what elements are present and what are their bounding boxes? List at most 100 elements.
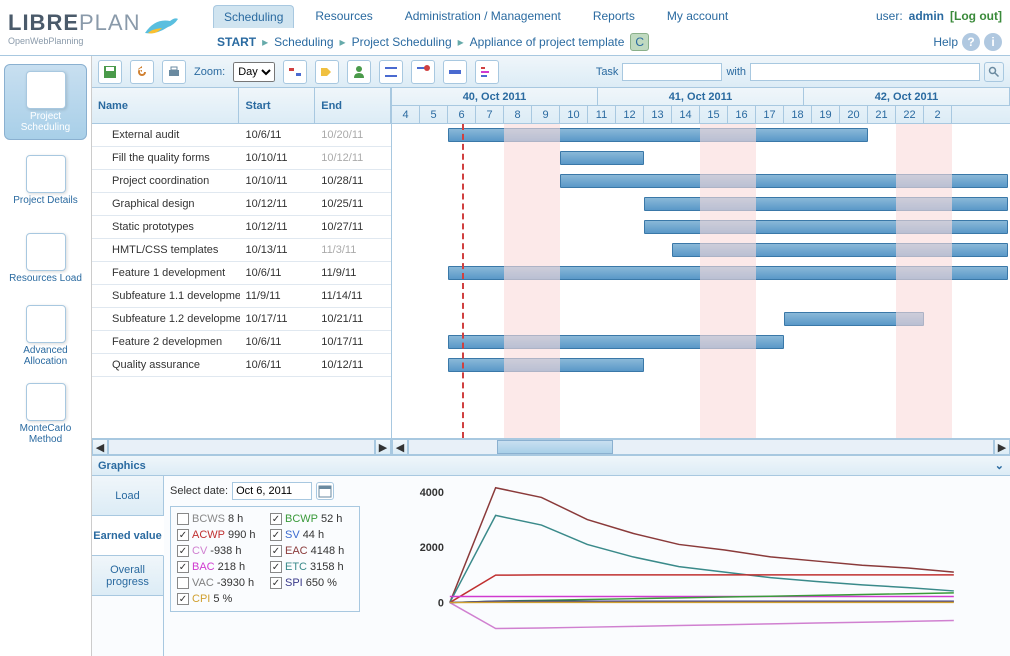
help-link[interactable]: Help: [933, 35, 958, 49]
select-date-input[interactable]: [232, 482, 312, 500]
legend-item[interactable]: ✓CPI 5 %: [177, 593, 260, 605]
tab-admin[interactable]: Administration / Management: [394, 4, 572, 28]
logout-link[interactable]: [Log out]: [950, 9, 1002, 23]
checkbox-icon[interactable]: ✓: [270, 545, 282, 557]
legend-item[interactable]: BCWS 8 h: [177, 513, 260, 525]
gtab-overall-progress[interactable]: Overall progress: [92, 556, 163, 596]
print-button[interactable]: [162, 60, 186, 84]
toolbar: Zoom: Day Task with: [92, 56, 1010, 88]
zoom-label: Zoom:: [194, 66, 225, 78]
tab-scheduling[interactable]: Scheduling: [213, 5, 294, 28]
sidebar-item-montecarlo[interactable]: MonteCarlo Method: [4, 376, 87, 452]
svg-text:0: 0: [438, 598, 444, 610]
table-row[interactable]: HMTL/CSS templates10/13/1111/3/11: [92, 239, 391, 262]
sidebar-item-project-scheduling[interactable]: Project Scheduling: [4, 64, 87, 140]
user-label: user:: [876, 9, 903, 23]
progress-button[interactable]: [443, 60, 467, 84]
checkbox-icon[interactable]: ✓: [177, 593, 189, 605]
table-row[interactable]: Project coordination10/10/1110/28/11: [92, 170, 391, 193]
checkbox-icon[interactable]: ✓: [177, 529, 189, 541]
logo: LIBREPLAN OpenWebPlanning: [8, 4, 213, 52]
checkbox-icon[interactable]: ✓: [177, 545, 189, 557]
tab-account[interactable]: My account: [656, 4, 739, 28]
legend-item[interactable]: VAC -3930 h: [177, 577, 260, 589]
col-header-end[interactable]: End: [315, 88, 391, 123]
filter-button[interactable]: [411, 60, 435, 84]
gtab-load[interactable]: Load: [92, 476, 163, 516]
tab-reports[interactable]: Reports: [582, 4, 646, 28]
breadcrumb: START ▸ Scheduling ▸ Project Scheduling …: [213, 28, 1002, 56]
checkbox-icon[interactable]: [177, 513, 189, 525]
save-button[interactable]: [98, 60, 122, 84]
expand-button[interactable]: [379, 60, 403, 84]
help-icon[interactable]: ?: [962, 33, 980, 51]
legend-item[interactable]: ✓ACWP 990 h: [177, 529, 260, 541]
info-icon[interactable]: i: [984, 33, 1002, 51]
legend-item[interactable]: ✓BAC 218 h: [177, 561, 260, 573]
task-search-input[interactable]: [622, 63, 722, 81]
resources-button[interactable]: [347, 60, 371, 84]
gantt-chart[interactable]: 40, Oct 201141, Oct 201142, Oct 2011 456…: [392, 88, 1010, 438]
checkbox-icon[interactable]: ✓: [270, 513, 282, 525]
reporting-button[interactable]: [475, 60, 499, 84]
breadcrumb-item-1[interactable]: Project Scheduling: [352, 35, 452, 49]
gantt-bar[interactable]: [644, 220, 1008, 234]
breadcrumb-item-0[interactable]: Scheduling: [274, 35, 333, 49]
legend-item[interactable]: ✓ETC 3158 h: [270, 561, 353, 573]
col-header-name[interactable]: Name: [92, 88, 239, 123]
undo-button[interactable]: [130, 60, 154, 84]
legend-box: BCWS 8 h ✓BCWP 52 h ✓ACWP 990 h ✓SV 44 h ✓CV…: [170, 506, 360, 612]
scroll-right-icon[interactable]: ▶: [375, 439, 391, 455]
legend-item[interactable]: ✓EAC 4148 h: [270, 545, 353, 557]
checkbox-icon[interactable]: ✓: [270, 561, 282, 573]
calendar-icon[interactable]: [316, 482, 334, 500]
checkbox-icon[interactable]: ✓: [177, 561, 189, 573]
table-row[interactable]: Subfeature 1.2 developme10/17/1110/21/11: [92, 308, 391, 331]
svg-text:2000: 2000: [420, 542, 444, 554]
gantt-bar[interactable]: [560, 151, 644, 165]
gantt-bar[interactable]: [644, 197, 1008, 211]
legend-item[interactable]: ✓SPI 650 %: [270, 577, 353, 589]
task-label: Task: [596, 66, 619, 78]
table-row[interactable]: Graphical design10/12/1110/25/11: [92, 193, 391, 216]
table-row[interactable]: Feature 1 development10/6/1111/9/11: [92, 262, 391, 285]
checkbox-icon[interactable]: ✓: [270, 577, 282, 589]
table-row[interactable]: Quality assurance10/6/1110/12/11: [92, 354, 391, 377]
col-header-start[interactable]: Start: [239, 88, 315, 123]
user-name: admin: [909, 9, 944, 23]
sidebar-item-advanced-allocation[interactable]: Advanced Allocation: [4, 298, 87, 374]
table-row[interactable]: External audit10/6/1110/20/11: [92, 124, 391, 147]
graphics-title: Graphics: [98, 460, 146, 472]
breadcrumb-item-2[interactable]: Appliance of project template: [470, 35, 625, 49]
table-row[interactable]: Feature 2 developmen10/6/1110/17/11: [92, 331, 391, 354]
labels-button[interactable]: [315, 60, 339, 84]
sidebar-item-project-details[interactable]: Project Details: [4, 142, 87, 218]
checkbox-icon[interactable]: ✓: [270, 529, 282, 541]
gantt-scroll-left-icon[interactable]: ◀: [392, 439, 408, 455]
with-label: with: [726, 66, 746, 78]
grid-scrollbar[interactable]: [108, 439, 375, 455]
gantt-scrollbar[interactable]: [408, 439, 994, 455]
legend-item[interactable]: ✓SV 44 h: [270, 529, 353, 541]
zoom-select[interactable]: Day: [233, 62, 275, 82]
tab-resources[interactable]: Resources: [304, 4, 383, 28]
table-row[interactable]: Fill the quality forms10/10/1110/12/11: [92, 147, 391, 170]
sidebar: Project Scheduling Project Details Resou…: [0, 56, 92, 656]
critical-path-button[interactable]: [283, 60, 307, 84]
legend-item[interactable]: ✓CV -938 h: [177, 545, 260, 557]
collapse-icon[interactable]: ⌄: [995, 459, 1004, 472]
gantt-scroll-right-icon[interactable]: ▶: [994, 439, 1010, 455]
bird-icon: [140, 13, 180, 43]
breadcrumb-start[interactable]: START: [217, 35, 256, 49]
table-row[interactable]: Static prototypes10/12/1110/27/11: [92, 216, 391, 239]
scroll-left-icon[interactable]: ◀: [92, 439, 108, 455]
main-tabs: Scheduling Resources Administration / Ma…: [213, 4, 1002, 28]
legend-item[interactable]: ✓BCWP 52 h: [270, 513, 353, 525]
logo-main2: PLAN: [79, 10, 140, 35]
search-icon[interactable]: [984, 62, 1004, 82]
gtab-earned-value[interactable]: Earned value: [92, 516, 164, 556]
with-search-input[interactable]: [750, 63, 980, 81]
table-row[interactable]: Subfeature 1.1 developme11/9/1111/14/11: [92, 285, 391, 308]
sidebar-item-resources-load[interactable]: Resources Load: [4, 220, 87, 296]
checkbox-icon[interactable]: [177, 577, 189, 589]
